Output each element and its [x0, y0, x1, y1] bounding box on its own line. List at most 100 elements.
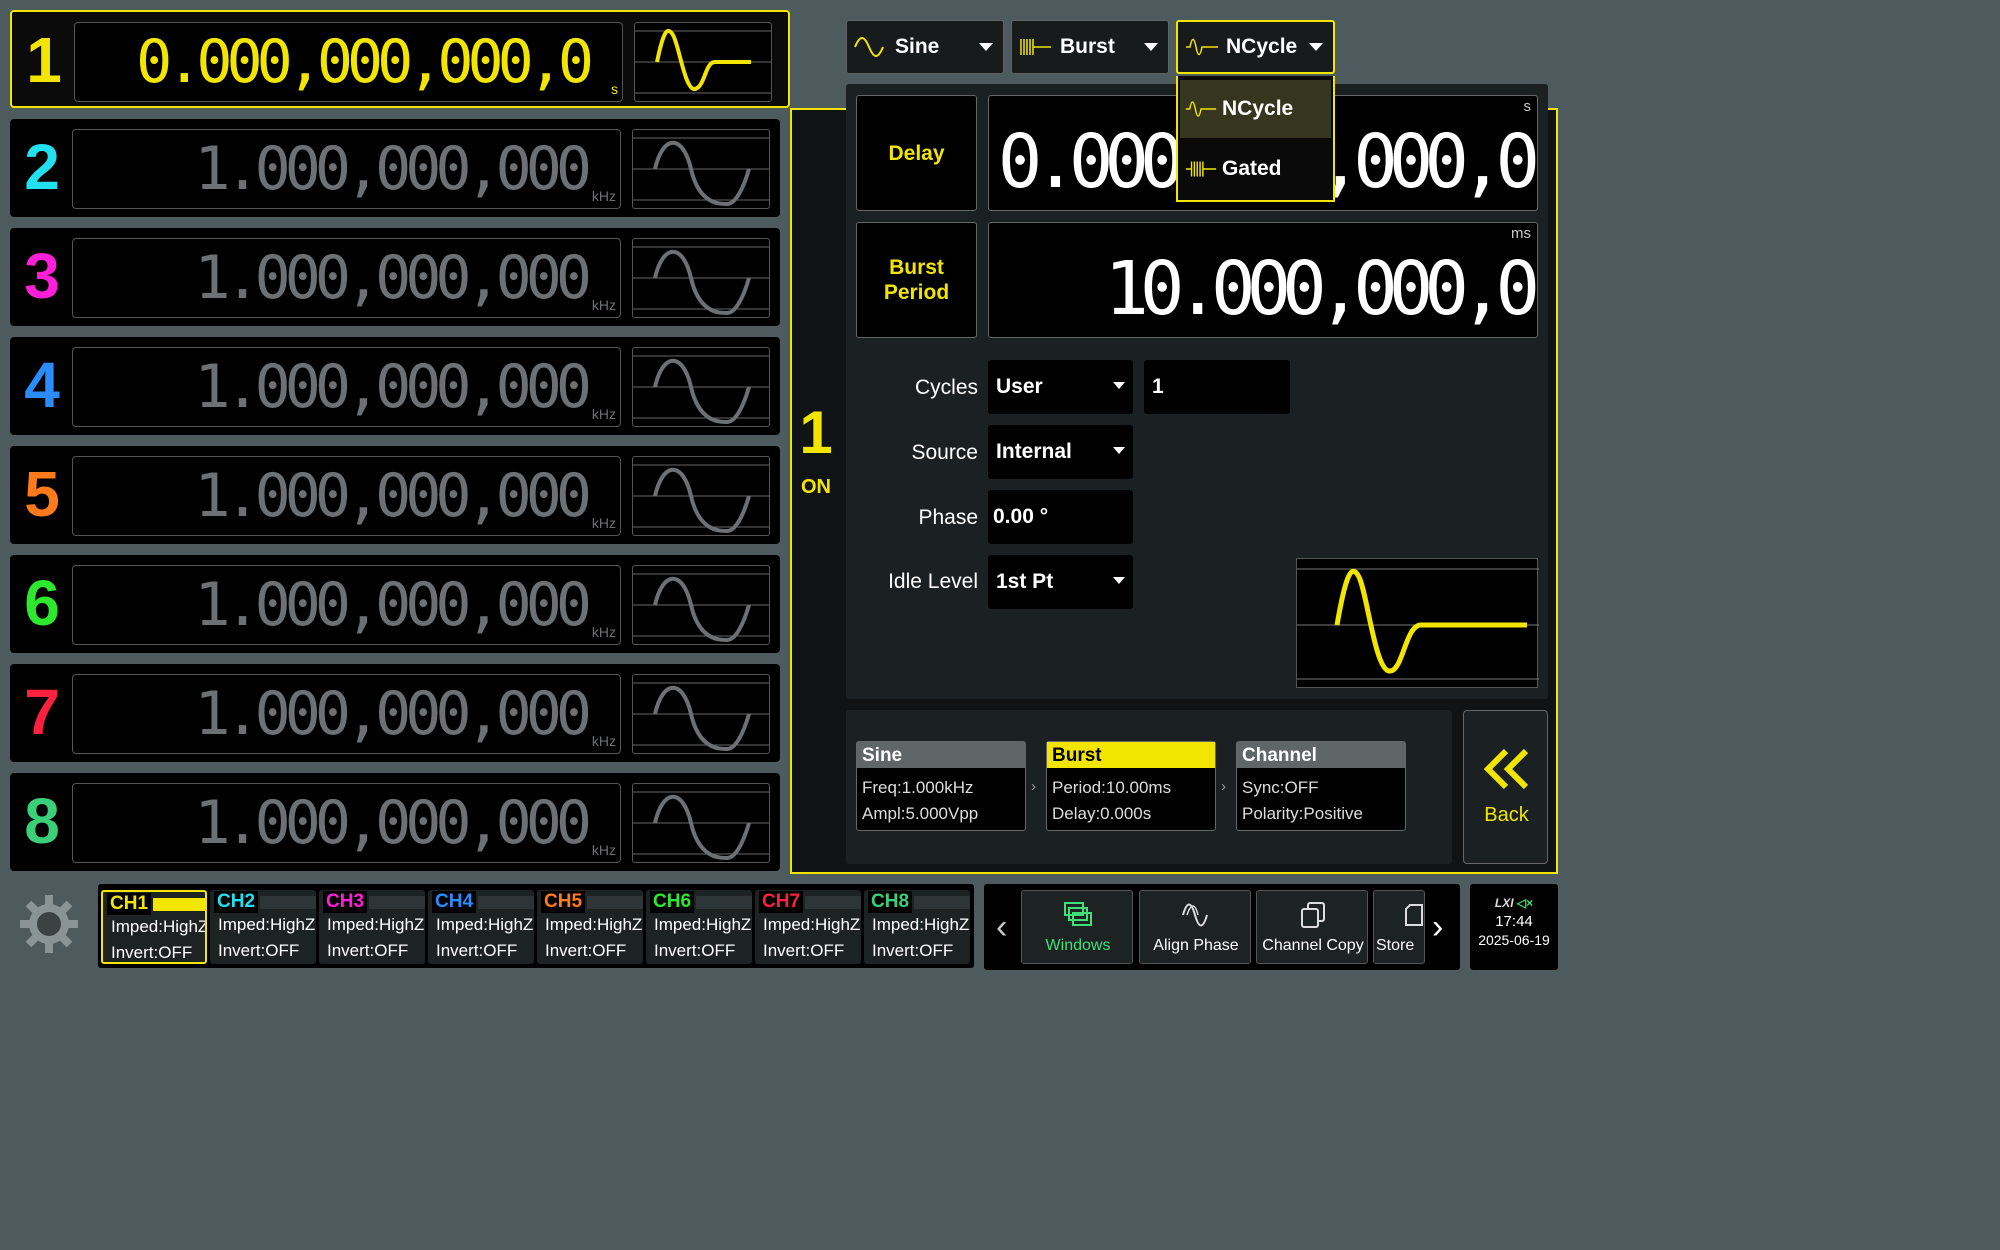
- mode-dropdown[interactable]: Burst: [1011, 20, 1169, 74]
- store-label: Store: [1376, 937, 1415, 954]
- ncycle-icon: [1185, 101, 1217, 117]
- channel-number: 7: [24, 676, 60, 748]
- store-button[interactable]: Store: [1373, 890, 1425, 964]
- idle-level-dropdown[interactable]: 1st Pt: [988, 555, 1133, 609]
- summary-card-line: Sync:OFF: [1242, 778, 1319, 797]
- burst-period-button[interactable]: Burst Period: [856, 222, 977, 338]
- channel-waveform-thumbnail: [632, 456, 770, 536]
- menu-item-label: NCycle: [1222, 97, 1294, 120]
- channel-tab-imped: Imped:HighZ: [327, 915, 425, 934]
- channel-tab-strip: [369, 896, 425, 909]
- channel-unit: kHz: [591, 297, 616, 313]
- cycles-count-input[interactable]: 1: [1144, 360, 1290, 414]
- channel-value-display[interactable]: 1.000,000,000 kHz: [72, 783, 621, 863]
- double-chevron-left-icon: [1484, 748, 1529, 790]
- channel-tab-ch3[interactable]: CH3 Imped:HighZ Invert:OFF: [319, 890, 425, 964]
- channel-value-display[interactable]: 1.000,000,000 kHz: [72, 456, 621, 536]
- menu-item-label: Gated: [1222, 157, 1282, 180]
- scroll-left-arrow[interactable]: ‹: [996, 908, 1007, 947]
- channel-waveform-thumbnail: [632, 783, 770, 863]
- menu-item-ncycle[interactable]: NCycle: [1180, 80, 1331, 138]
- back-button[interactable]: Back: [1463, 710, 1548, 864]
- channel-row-5[interactable]: 5 1.000,000,000 kHz: [10, 446, 780, 544]
- gear-icon[interactable]: [18, 893, 80, 955]
- source-dropdown[interactable]: Internal: [988, 425, 1133, 479]
- channel-tab-invert: Invert:OFF: [545, 941, 627, 960]
- source-value: Internal: [996, 440, 1072, 463]
- channel-copy-button[interactable]: Channel Copy: [1256, 890, 1368, 964]
- channel-value-display[interactable]: 1.000,000,000 kHz: [72, 238, 621, 318]
- phase-label: Phase: [918, 506, 978, 529]
- channel-tab-ch4[interactable]: CH4 Imped:HighZ Invert:OFF: [428, 890, 534, 964]
- cycles-mode-value: User: [996, 375, 1043, 398]
- channel-copy-label: Channel Copy: [1262, 937, 1364, 954]
- channel-tab-imped: Imped:HighZ: [654, 915, 752, 934]
- channel-tab-ch2[interactable]: CH2 Imped:HighZ Invert:OFF: [210, 890, 316, 964]
- channel-tab-strip: [805, 896, 861, 909]
- channel-row-6[interactable]: 6 1.000,000,000 kHz: [10, 555, 780, 653]
- channel-waveform-thumbnail: [632, 674, 770, 754]
- sine-wave-icon: [633, 355, 769, 425]
- channel-row-7[interactable]: 7 1.000,000,000 kHz: [10, 664, 780, 762]
- channel-tab-strip: [587, 896, 643, 909]
- channel-value: 1.000,000,000: [194, 788, 592, 858]
- channel-tab-invert: Invert:OFF: [436, 941, 518, 960]
- chevron-right-icon: ›: [1031, 778, 1036, 795]
- summary-card-line: Freq:1.000kHz: [862, 778, 974, 797]
- channel-number: 3: [24, 240, 60, 312]
- channel-unit: s: [611, 81, 618, 97]
- burst-type-dropdown[interactable]: NCycle: [1176, 20, 1335, 74]
- summary-card-burst[interactable]: Burst Period:10.00ms Delay:0.000s: [1046, 741, 1216, 831]
- burst-period-value-field[interactable]: ms 10.000,000,0: [988, 222, 1540, 338]
- phase-input[interactable]: 0.00 °: [988, 490, 1133, 544]
- windows-button[interactable]: Windows: [1021, 890, 1133, 964]
- channel-value-display[interactable]: 1.000,000,000 kHz: [72, 565, 621, 645]
- channel-row-2[interactable]: 2 1.000,000,000 kHz: [10, 119, 780, 217]
- windows-label: Windows: [1045, 937, 1111, 954]
- channel-tab-ch6[interactable]: CH6 Imped:HighZ Invert:OFF: [646, 890, 752, 964]
- sine-wave-icon: [633, 573, 769, 643]
- store-icon: [1405, 904, 1423, 926]
- channel-tab-ch5[interactable]: CH5 Imped:HighZ Invert:OFF: [537, 890, 643, 964]
- channel-value-display[interactable]: 1.000,000,000 kHz: [72, 129, 621, 209]
- scroll-right-arrow[interactable]: ›: [1432, 908, 1443, 947]
- channel-value-display[interactable]: 0.000,000,000,0 s: [74, 22, 623, 102]
- channel-tab-ch7[interactable]: CH7 Imped:HighZ Invert:OFF: [755, 890, 861, 964]
- channel-number: 4: [24, 349, 60, 421]
- delay-button[interactable]: Delay: [856, 95, 977, 211]
- burst-icon: [1020, 39, 1051, 55]
- menu-item-gated[interactable]: Gated: [1180, 140, 1331, 198]
- channel-unit: kHz: [591, 188, 616, 204]
- channel-tab-imped: Imped:HighZ: [545, 915, 643, 934]
- channel-state-label: ON: [801, 476, 831, 498]
- active-channel-number: 1: [799, 399, 833, 466]
- waveform-dropdown[interactable]: Sine: [846, 20, 1004, 74]
- channel-tab-strip: [260, 896, 316, 909]
- align-phase-button[interactable]: Align Phase: [1139, 890, 1251, 964]
- waveform-dropdown-label: Sine: [895, 35, 940, 58]
- clock-time: 17:44: [1495, 913, 1533, 930]
- summary-card-sine[interactable]: Sine Freq:1.000kHz Ampl:5.000Vpp: [856, 741, 1026, 831]
- channel-value: 1.000,000,000: [194, 352, 592, 422]
- idle-level-value: 1st Pt: [996, 570, 1054, 593]
- cycles-mode-dropdown[interactable]: User: [988, 360, 1133, 414]
- channel-row-8[interactable]: 8 1.000,000,000 kHz: [10, 773, 780, 871]
- channel-tab-imped: Imped:HighZ: [436, 915, 534, 934]
- chevron-down-icon: [1309, 43, 1323, 51]
- channel-row-4[interactable]: 4 1.000,000,000 kHz: [10, 337, 780, 435]
- chevron-right-icon: ›: [1221, 778, 1226, 795]
- channel-tab-ch8[interactable]: CH8 Imped:HighZ Invert:OFF: [864, 890, 970, 964]
- lxi-label: LXI: [1494, 896, 1514, 910]
- channel-tab-ch1[interactable]: CH1 Imped:HighZ Invert:OFF: [101, 890, 207, 964]
- channel-value: 1.000,000,000: [194, 243, 592, 313]
- channel-row-1[interactable]: 1 0.000,000,000,0 s: [10, 10, 790, 108]
- channel-value-display[interactable]: 1.000,000,000 kHz: [72, 347, 621, 427]
- channel-value-display[interactable]: 1.000,000,000 kHz: [72, 674, 621, 754]
- channel-waveform-thumbnail: [634, 22, 772, 102]
- channel-value: 1.000,000,000: [194, 570, 592, 640]
- source-label: Source: [911, 441, 978, 464]
- channel-row-3[interactable]: 3 1.000,000,000 kHz: [10, 228, 780, 326]
- channel-unit: kHz: [591, 406, 616, 422]
- delay-label: Delay: [888, 141, 945, 165]
- summary-card-channel[interactable]: Channel Sync:OFF Polarity:Positive: [1236, 741, 1406, 831]
